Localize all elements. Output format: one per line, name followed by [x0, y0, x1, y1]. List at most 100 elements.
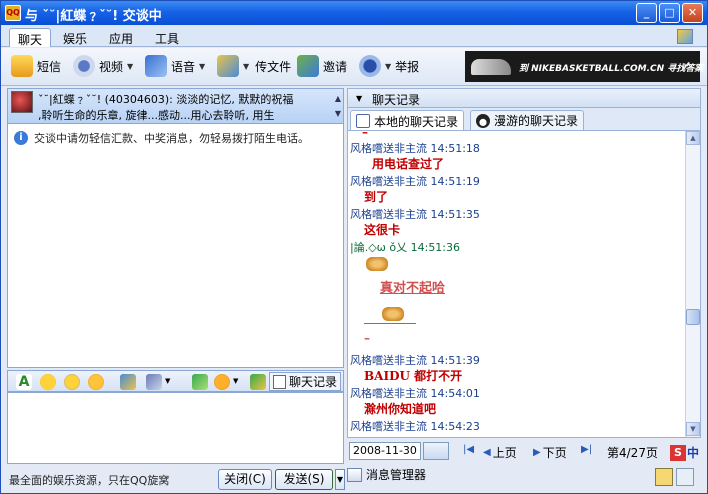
first-page-icon[interactable]: |◀: [463, 444, 476, 455]
tab-roaming-history[interactable]: 漫游的聊天记录: [470, 110, 585, 130]
image-icon[interactable]: [146, 374, 162, 390]
send-file-button[interactable]: ▼ 传文件: [217, 55, 291, 77]
nike-ad-banner[interactable]: 到 NIKEBASKETBALL.COM.CN 寻找答案 ✓: [465, 51, 704, 82]
shake-window-icon[interactable]: [88, 374, 104, 390]
video-button[interactable]: 视频 ▼: [73, 55, 133, 77]
message-sender: |論.◇ω ǒ乂: [350, 241, 408, 254]
qq-app-icon[interactable]: QQ: [5, 5, 21, 21]
webcam-icon: [73, 55, 95, 77]
microphone-icon: [145, 55, 167, 77]
font-icon[interactable]: A: [16, 374, 32, 390]
emoticon-icon[interactable]: [40, 374, 56, 390]
shoe-image: [471, 59, 511, 75]
message-manager-button[interactable]: 消息管理器: [347, 466, 426, 483]
screenshot-icon[interactable]: [120, 374, 136, 390]
message-sender: 风格嚐送非主流: [350, 208, 427, 221]
video-dropdown-icon[interactable]: ▼: [127, 62, 133, 71]
layout-single-icon[interactable]: [676, 468, 694, 486]
voice-dropdown-icon[interactable]: ▼: [199, 62, 205, 71]
scroll-up-icon[interactable]: ▲: [686, 131, 700, 145]
message-text: 到了: [364, 190, 389, 204]
sms-button[interactable]: 短信: [11, 55, 61, 77]
ad-text: 到 NIKEBASKETBALL.COM.CN 寻找答案: [519, 64, 704, 74]
message-text: 用电话查过了: [372, 157, 445, 171]
ime-indicator[interactable]: S 中: [670, 444, 699, 461]
chat-toolbar: 短信 视频 ▼ 语音 ▼ ▼ 传文件 邀请 ▼ 举报 到 NIKEBASKETB…: [1, 48, 707, 86]
layout-toggle: [655, 468, 694, 486]
chat-history-button[interactable]: 聊天记录: [268, 372, 341, 391]
message-header: 风格嚐送非主流 14:51:39: [350, 352, 480, 368]
message-sender: 风格嚐送非主流: [350, 420, 427, 433]
music-icon[interactable]: [192, 374, 208, 390]
apps-icon[interactable]: [250, 374, 266, 390]
sms-icon: [11, 55, 33, 77]
message-header: 风格嚐送非主流 14:51:19: [350, 173, 480, 189]
prev-page-button[interactable]: ◀ 上页: [483, 444, 517, 461]
history-scrollbar[interactable]: ▲ ▼: [685, 131, 700, 437]
gift-icon[interactable]: [214, 374, 230, 390]
tab-tools[interactable]: 工具: [147, 28, 187, 47]
message-sender: 风格嚐送非主流: [350, 354, 427, 367]
message-input[interactable]: [7, 392, 344, 464]
report-button[interactable]: ▼ 举报: [359, 55, 419, 77]
collapse-arrow-icon[interactable]: ▼: [356, 94, 362, 103]
signature-line-1: ˇ˘|紅蝶﹖ˇ˘! (40304603): 淡淡的记忆, 默默的祝福: [38, 93, 294, 106]
close-button[interactable]: 关闭(C): [218, 469, 272, 490]
avatar[interactable]: [11, 91, 33, 113]
message-text: 滁州你知道吧: [364, 402, 437, 416]
message-time: 14:51:18: [430, 142, 480, 155]
calendar-icon[interactable]: [423, 442, 449, 460]
file-dropdown-icon[interactable]: ▼: [243, 62, 249, 71]
signature-scroll-arrows-icon[interactable]: ▲ ▼: [335, 91, 341, 121]
sogou-ime-icon: S: [670, 444, 686, 461]
message-text: 真对不起哈: [380, 281, 446, 296]
tab-local-label: 本地的聊天记录: [374, 114, 459, 129]
tab-chat[interactable]: 聊天: [9, 28, 52, 47]
magic-emoticon-icon[interactable]: [64, 374, 80, 390]
status-text[interactable]: 最全面的娱乐资源，只在QQ旋窝: [9, 472, 169, 488]
maximize-button[interactable]: □: [659, 3, 680, 23]
last-page-icon[interactable]: ▶|: [581, 444, 594, 455]
history-header-label: 聊天记录: [372, 93, 421, 107]
title-bar[interactable]: QQ 与 ˇ˘|紅蝶﹖ˇ˘! 交谈中 _ □ ✕: [1, 1, 707, 25]
input-toolbar: A ▼ ▼ 聊天记录: [7, 370, 344, 392]
tab-entertainment[interactable]: 娱乐: [55, 28, 95, 47]
gift-dropdown-icon[interactable]: ▼: [233, 377, 238, 385]
history-header[interactable]: ▼ 聊天记录: [347, 88, 701, 108]
skin-icon[interactable]: [677, 29, 693, 44]
divider: [364, 323, 416, 324]
message-text: BAIDU 都打不开: [364, 369, 463, 383]
local-history-icon: [356, 114, 370, 128]
invite-button[interactable]: 邀请: [297, 55, 347, 77]
tab-apps[interactable]: 应用: [101, 28, 141, 47]
window-title: 与 ˇ˘|紅蝶﹖ˇ˘! 交谈中: [25, 9, 162, 24]
ime-label: 中: [687, 446, 700, 460]
next-page-button[interactable]: ▶ 下页: [533, 444, 567, 461]
prev-page-label: 上页: [492, 446, 517, 460]
voice-button[interactable]: 语音 ▼: [145, 55, 205, 77]
message-header: 风格嚐送非主流 14:51:18: [350, 140, 480, 156]
layout-split-icon[interactable]: [655, 468, 673, 486]
video-label: 视频: [99, 59, 124, 74]
close-window-button[interactable]: ✕: [682, 3, 703, 23]
image-dropdown-icon[interactable]: ▼: [165, 377, 170, 385]
history-log[interactable]: – 风格嚐送非主流 14:51:18 用电话查过了 风格嚐送非主流 14:51:…: [347, 130, 701, 438]
date-field[interactable]: 2008-11-30: [349, 442, 421, 460]
voice-label: 语音: [171, 59, 196, 74]
contact-signature-bar: ˇ˘|紅蝶﹖ˇ˘! (40304603): 淡淡的记忆, 默默的祝福 ,聆听生命…: [7, 88, 344, 124]
info-icon: i: [14, 131, 28, 145]
file-transfer-icon: [217, 55, 239, 77]
scroll-down-icon[interactable]: ▼: [686, 422, 700, 436]
send-button[interactable]: 发送(S): [275, 469, 333, 490]
send-options-arrow-icon[interactable]: ▼: [335, 469, 345, 490]
minimize-button[interactable]: _: [636, 3, 657, 23]
handshake-emoticon-icon: [382, 307, 404, 321]
tab-local-history[interactable]: 本地的聊天记录: [350, 110, 465, 131]
scroll-thumb[interactable]: [686, 309, 700, 325]
message-receive-area[interactable]: i 交谈中请勿轻信汇款、中奖消息，勿轻易拨打陌生电话。: [7, 124, 344, 368]
page-indicator: 第4/27页: [607, 446, 658, 460]
message-fragment: –: [362, 130, 368, 139]
security-notice: i 交谈中请勿轻信汇款、中奖消息，勿轻易拨打陌生电话。: [14, 130, 309, 146]
report-dropdown-icon[interactable]: ▼: [385, 62, 391, 71]
tab-roaming-label: 漫游的聊天记录: [494, 114, 579, 128]
